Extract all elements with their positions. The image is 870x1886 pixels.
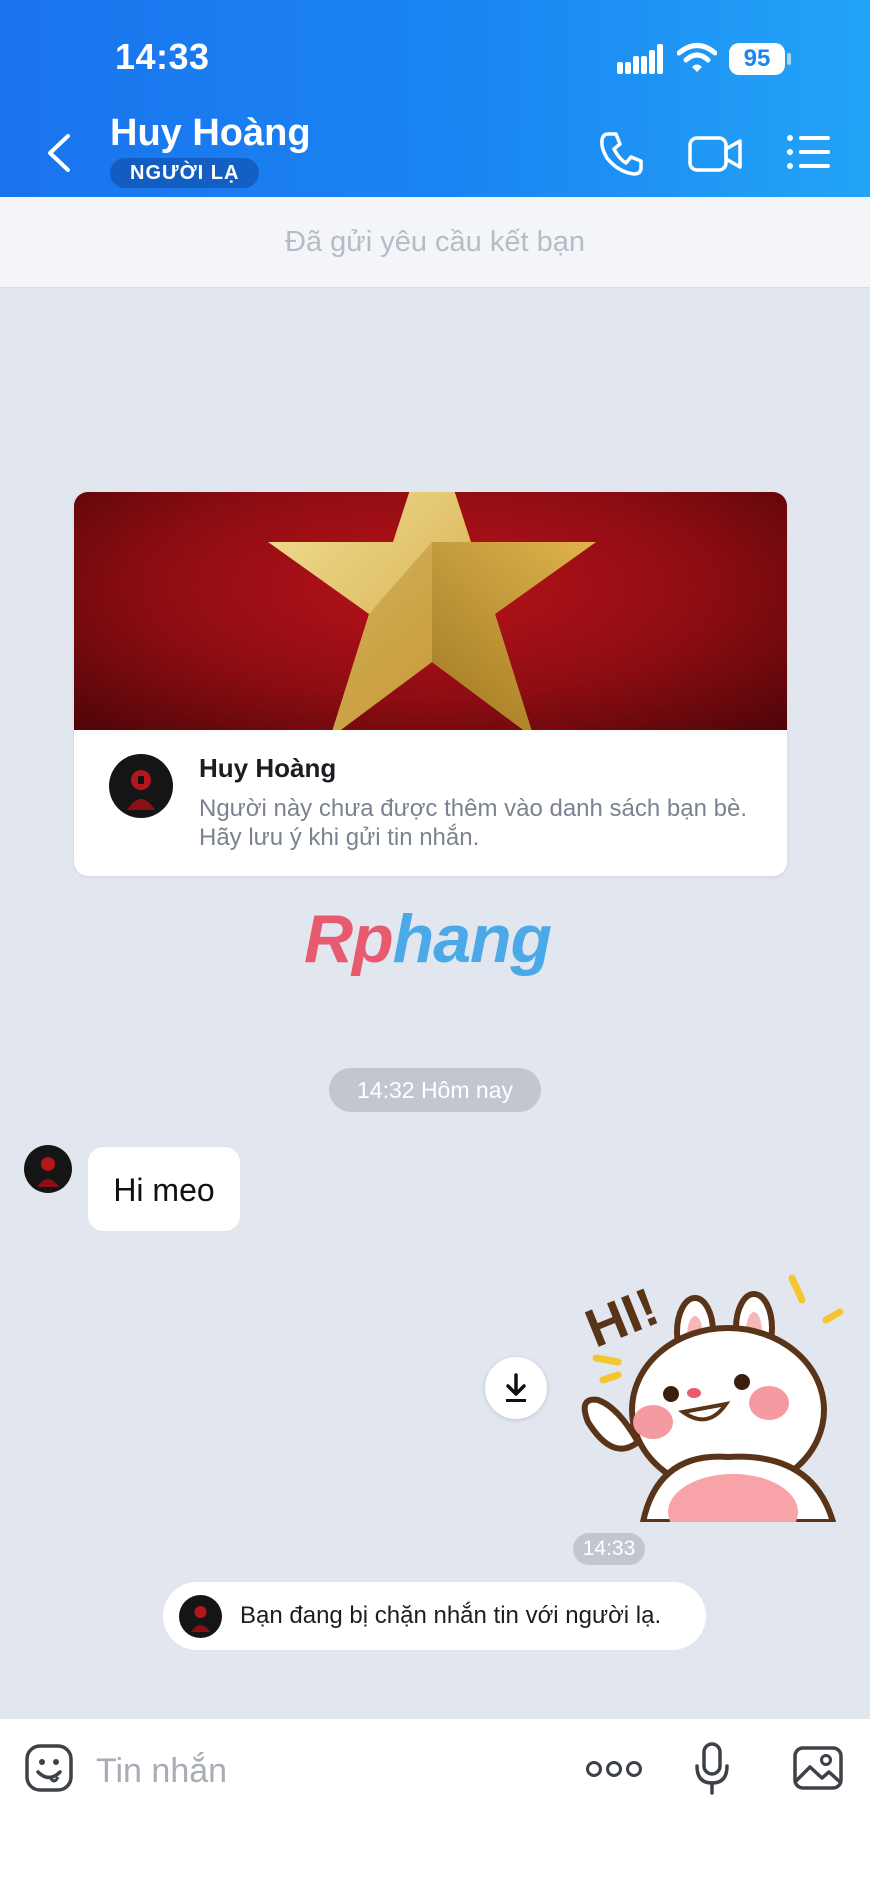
blocked-notice-text: Bạn đang bị chặn nhắn tin với người lạ. (240, 1602, 662, 1629)
video-camera-icon (688, 136, 742, 172)
watermark-logo: Rphang (304, 900, 552, 978)
download-sticker-button[interactable] (485, 1357, 547, 1419)
emoji-button[interactable] (24, 1743, 74, 1793)
profile-name: Huy Hoàng (199, 753, 337, 783)
blocked-notice: Bạn đang bị chặn nhắn tin với người lạ. (163, 1582, 706, 1650)
friend-request-status: Đã gửi yêu cầu kết bạn (0, 197, 870, 288)
battery-level: 95 (729, 43, 785, 75)
watermark-part1: Rp (304, 901, 394, 977)
chat-header: 14:33 95 Huy Hoàng NGƯỜI LẠ (0, 0, 870, 197)
message-input[interactable] (96, 1749, 556, 1793)
signal-icon (617, 44, 663, 74)
profile-warning: Người này chưa được thêm vào danh sách b… (199, 795, 747, 851)
voice-call-button[interactable] (598, 128, 646, 178)
battery-nub (787, 53, 791, 65)
emoji-icon (25, 1744, 73, 1792)
incoming-message[interactable]: Hi meo (87, 1146, 241, 1232)
list-menu-icon (787, 135, 830, 169)
sticker-text: HI! (577, 1277, 666, 1360)
date-divider: 14:32 Hôm nay (329, 1068, 541, 1112)
gold-star-image (268, 492, 596, 730)
image-icon (793, 1746, 843, 1790)
microphone-icon (695, 1742, 729, 1795)
profile-avatar[interactable] (109, 754, 173, 818)
notice-avatar (179, 1595, 222, 1638)
battery-icon: 95 (729, 43, 791, 75)
message-input-bar (0, 1718, 870, 1886)
options-menu-button[interactable] (786, 134, 832, 170)
stranger-badge: NGƯỜI LẠ (110, 158, 260, 188)
video-call-button[interactable] (688, 132, 744, 176)
hi-bunny-sticker[interactable]: HI! (568, 1262, 858, 1522)
sticker-timestamp: 14:33 (573, 1533, 645, 1565)
contact-name[interactable]: Huy Hoàng (110, 112, 311, 155)
stranger-profile-card[interactable]: Huy Hoàng Người này chưa được thêm vào d… (74, 492, 787, 876)
profile-cover (74, 492, 787, 730)
sender-avatar[interactable] (24, 1145, 72, 1193)
wifi-icon (677, 42, 717, 74)
phone-icon (600, 132, 643, 176)
status-time: 14:33 (115, 36, 210, 77)
more-options-button[interactable] (586, 1759, 642, 1779)
download-icon (506, 1373, 526, 1402)
watermark-part2: hang (392, 901, 552, 977)
voice-message-button[interactable] (694, 1741, 730, 1797)
more-dots-icon (586, 1761, 642, 1777)
send-image-button[interactable] (792, 1745, 844, 1791)
back-button[interactable] (40, 130, 80, 176)
